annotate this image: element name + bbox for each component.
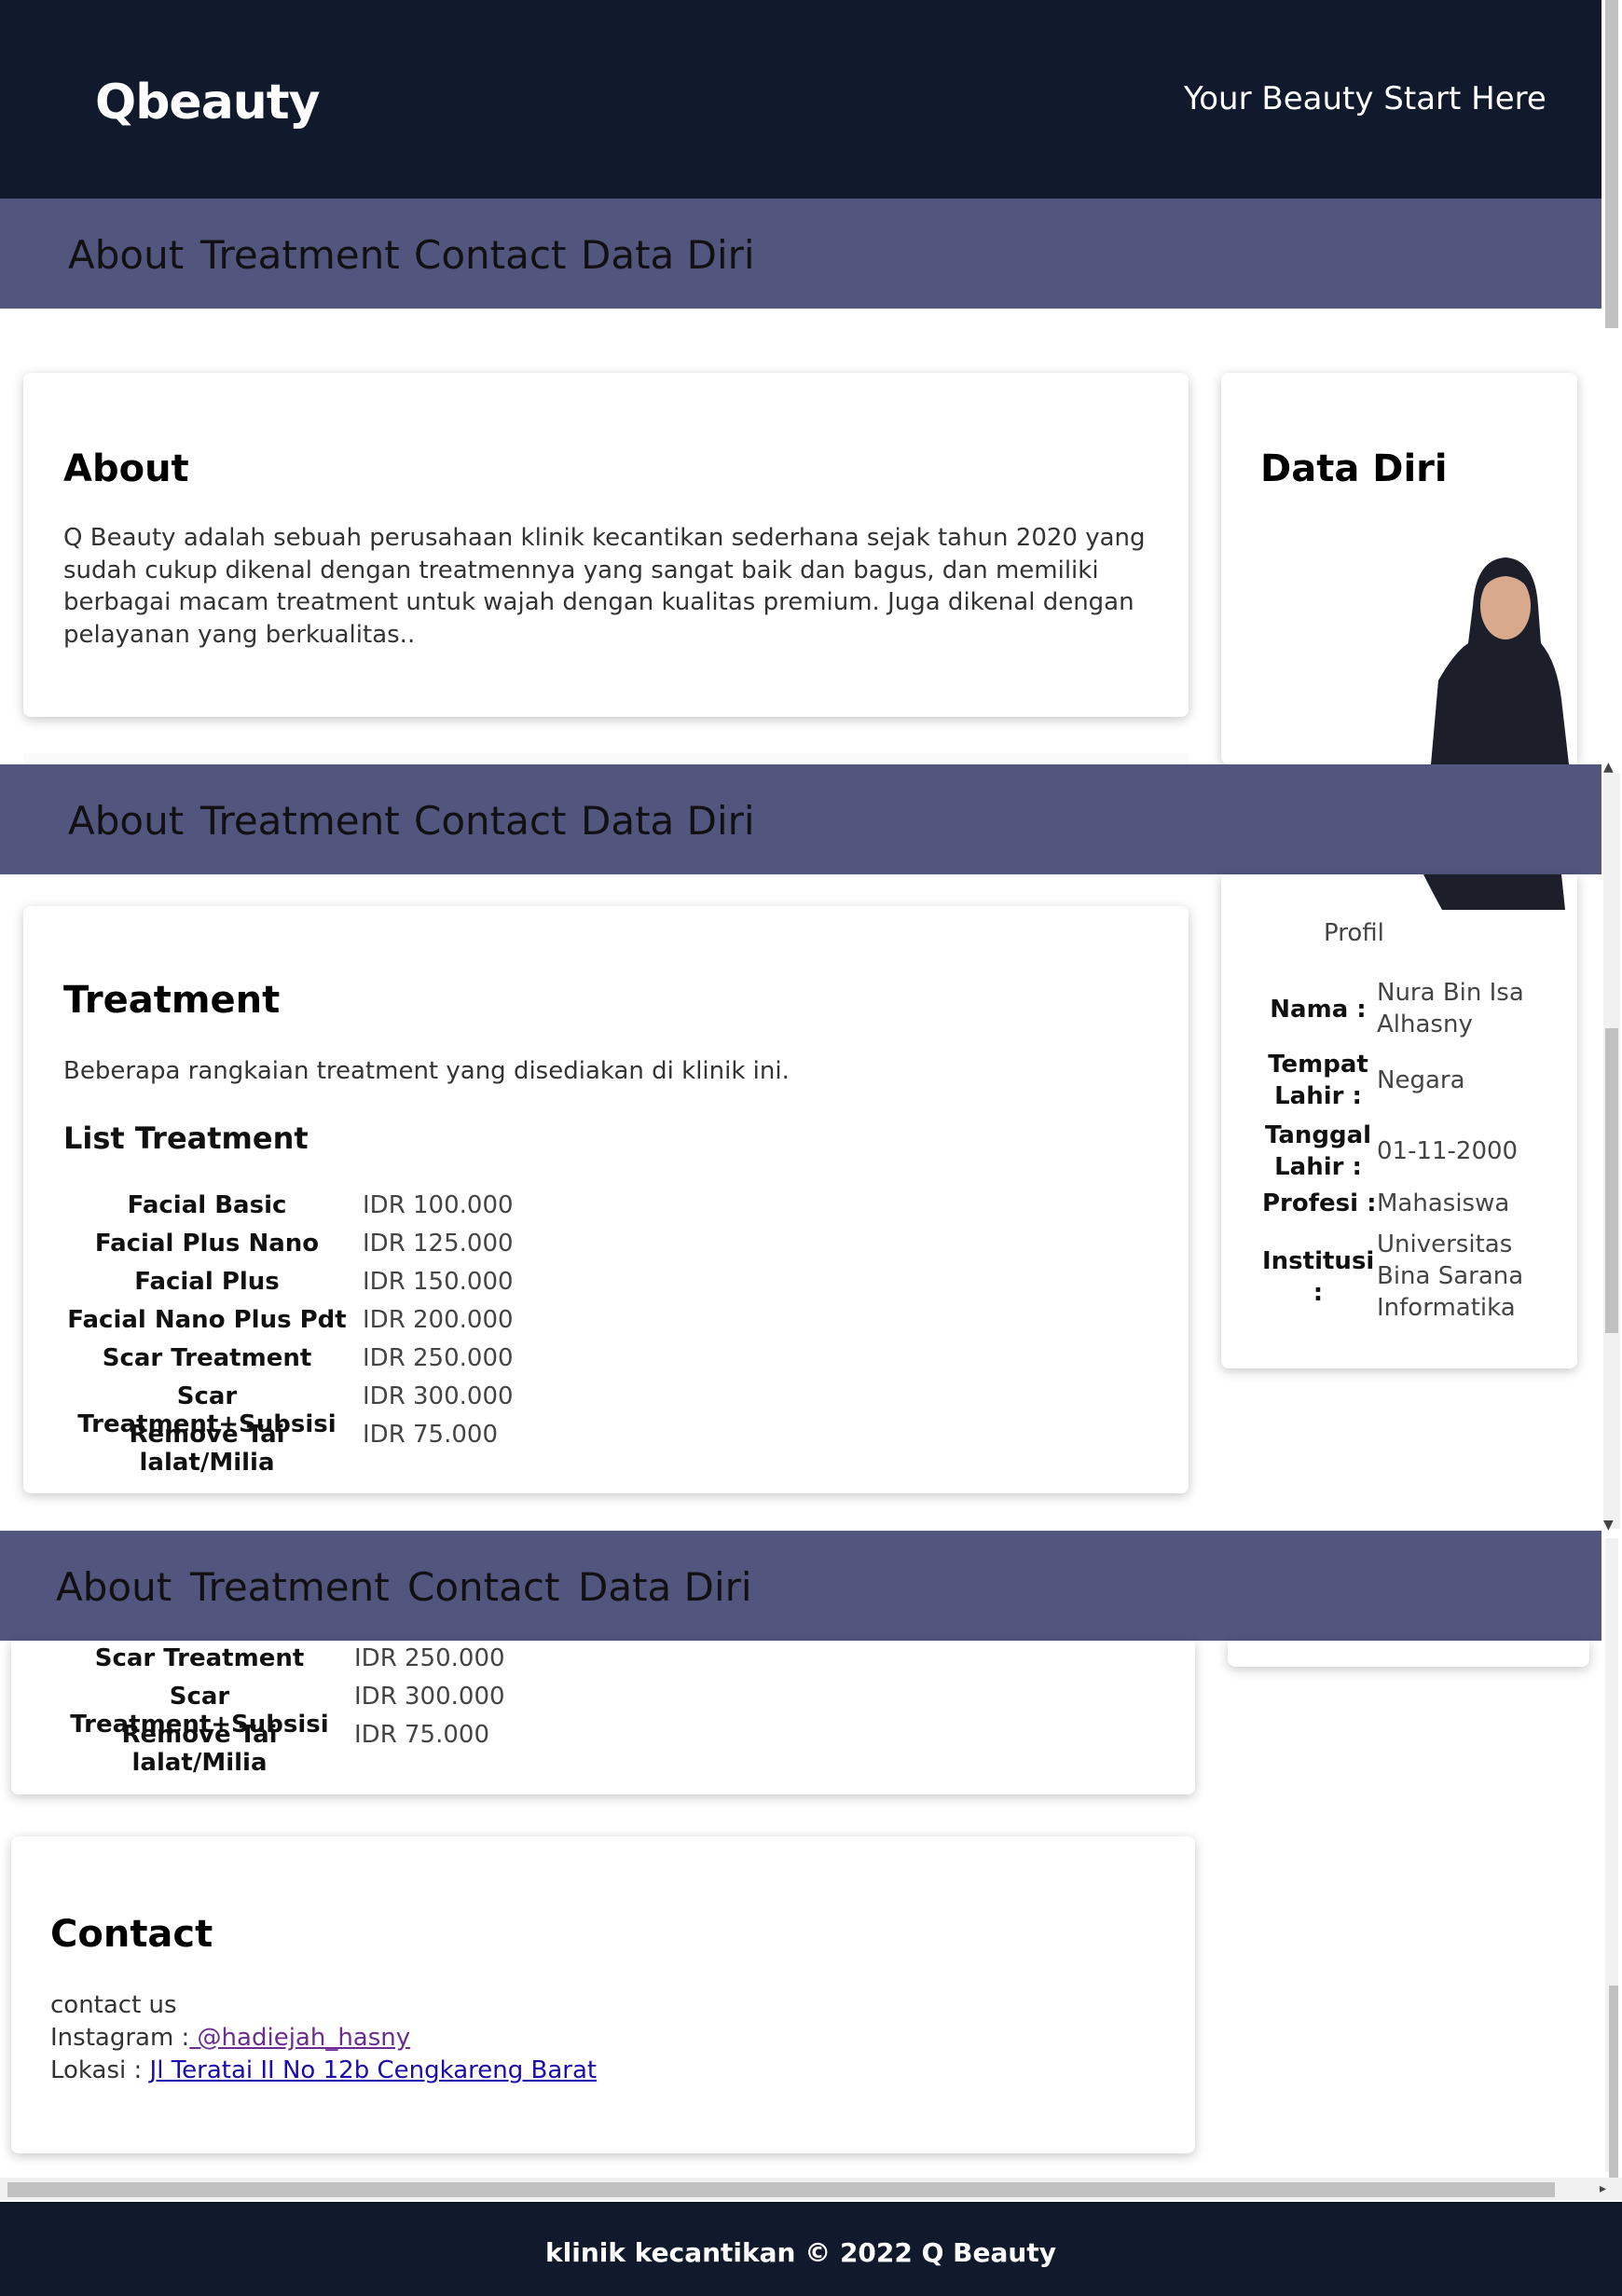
nav-bar: About Treatment Contact Data Diri [0, 199, 1601, 309]
about-card: About Q Beauty adalah sebuah perusahaan … [23, 373, 1189, 717]
treatment-price: IDR 75.000 [354, 1721, 489, 1749]
nav-treatment[interactable]: Treatment [200, 798, 400, 844]
treatment-card: Treatment Beberapa rangkaian treatment y… [23, 906, 1189, 1493]
value-tanggal-lahir: 01-11-2000 [1377, 1137, 1519, 1165]
contact-card: Contact contact us Instagram : @hadiejah… [11, 1836, 1195, 2153]
about-line: sudah cukup dikenal dengan treatmennya y… [63, 556, 1099, 584]
treatment-price: IDR 200.000 [363, 1306, 514, 1334]
value-profesi: Mahasiswa [1377, 1189, 1510, 1217]
instagram-line: Instagram : @hadiejah_hasny [50, 2022, 410, 2055]
treatment-name: Scar Treatment [94, 1644, 305, 1672]
treatment-price: IDR 100.000 [363, 1191, 514, 1219]
site-tagline: Your Beauty Start Here [1184, 80, 1546, 117]
profile-photo-image [1423, 874, 1565, 910]
list-treatment-title: List Treatment [63, 1121, 309, 1156]
profile-photo [1403, 541, 1577, 764]
instagram-link[interactable]: @hadiejah_hasny [189, 2024, 411, 2052]
nav-contact[interactable]: Contact [414, 798, 566, 844]
nav-about[interactable]: About [56, 1564, 172, 1610]
treatment-title: Treatment [63, 979, 281, 1022]
instagram-label: Instagram : [50, 2024, 190, 2052]
contact-intro: contact us [50, 1991, 177, 2019]
treatment-desc: Beberapa rangkaian treatment yang disedi… [63, 1057, 790, 1085]
profile-photo-bottom [1414, 874, 1571, 910]
scroll-down-arrow-icon[interactable]: ▼ [1603, 1518, 1614, 1533]
data-diri-title: Data Diri [1260, 447, 1448, 490]
contact-title: Contact [50, 1913, 213, 1956]
treatment-name: Scar Treatment [102, 1344, 312, 1372]
treatment-price: IDR 150.000 [363, 1268, 514, 1296]
nav-treatment[interactable]: Treatment [200, 232, 400, 278]
site-footer: klinik kecantikan © 2022 Q Beauty [0, 2202, 1622, 2296]
label-tanggal-lahir: Tanggal Lahir : [1264, 1121, 1372, 1181]
treatment-price: IDR 300.000 [354, 1683, 505, 1711]
nav-data-diri[interactable]: Data Diri [581, 232, 755, 278]
data-diri-card: Data Diri [1221, 373, 1577, 764]
nav-data-diri[interactable]: Data Diri [581, 798, 755, 844]
horizontal-scrollbar-thumb[interactable] [7, 2182, 1555, 2197]
data-diri-card-bottom [1228, 1641, 1589, 1667]
nav-contact[interactable]: Contact [407, 1564, 559, 1610]
treatment-price: IDR 125.000 [363, 1230, 514, 1258]
treatment-name: Remove Tai lalat/Milia [121, 1721, 278, 1777]
treatment-name: Facial Plus Nano [94, 1230, 320, 1258]
about-line: berbagai macam treatment untuk wajah den… [63, 588, 1134, 616]
lokasi-label: Lokasi : [50, 2056, 150, 2084]
treatment-name: Remove Tai lalat/Milia [129, 1421, 285, 1477]
about-text: Q Beauty adalah sebuah perusahaan klinik… [63, 522, 1146, 651]
nav-contact[interactable]: Contact [414, 232, 566, 278]
value-tempat-lahir: Negara [1377, 1066, 1465, 1094]
value-institusi: Universitas Bina Sarana Informatika [1377, 1230, 1524, 1322]
treatment-name: Facial Nano Plus Pdt [67, 1306, 347, 1334]
page-scrollbar-lower-thumb[interactable] [1609, 1986, 1618, 2181]
nav-data-diri[interactable]: Data Diri [578, 1564, 752, 1610]
about-line: pelayanan yang berkualitas.. [63, 620, 416, 649]
site-header: Qbeauty Your Beauty Start Here [0, 0, 1601, 199]
treatment-price: IDR 75.000 [363, 1421, 498, 1449]
footer-text: klinik kecantikan © 2022 Q Beauty [545, 2237, 1056, 2268]
treatment-price: IDR 250.000 [354, 1644, 505, 1672]
label-nama: Nama : [1270, 996, 1367, 1024]
lokasi-line: Lokasi : Jl Teratai II No 12b Cengkareng… [50, 2055, 597, 2087]
treatment-price: IDR 300.000 [363, 1382, 514, 1410]
nav-bar-3: About Treatment Contact Data Diri [0, 1531, 1601, 1641]
nav-about[interactable]: About [68, 232, 184, 278]
label-profesi: Profesi : [1262, 1189, 1377, 1217]
scroll-up-arrow-icon[interactable]: ▲ [1603, 760, 1614, 775]
profil-caption: Profil [1324, 919, 1384, 947]
treatment-card-scrolled: Scar Treatment IDR 250.000 Scar Treatmen… [11, 1641, 1195, 1794]
about-title: About [63, 447, 189, 490]
value-nama: Nura Bin Isa Alhasny [1377, 979, 1524, 1038]
treatment-name: Facial Plus [134, 1268, 280, 1296]
about-line: Q Beauty adalah sebuah perusahaan klinik… [63, 524, 1146, 552]
treatment-name: Facial Basic [127, 1191, 287, 1219]
card-edge [23, 753, 1189, 764]
treatment-price: IDR 250.000 [363, 1344, 514, 1372]
nav-bar-2: About Treatment Contact Data Diri [0, 764, 1601, 874]
page-scrollbar-thumb[interactable] [1605, 0, 1618, 328]
data-diri-card-details: Profil Nama : Nura Bin Isa Alhasny Tempa… [1221, 874, 1577, 1368]
nav-about[interactable]: About [68, 798, 184, 844]
site-logo[interactable]: Qbeauty [95, 75, 321, 131]
inner-scrollbar-thumb[interactable] [1605, 1028, 1618, 1333]
label-tempat-lahir: Tempat Lahir : [1268, 1051, 1368, 1110]
lokasi-link[interactable]: Jl Teratai II No 12b Cengkareng Barat [150, 2056, 598, 2084]
label-institusi: Institusi : [1262, 1247, 1375, 1307]
nav-treatment[interactable]: Treatment [190, 1564, 390, 1610]
scroll-right-arrow-icon[interactable]: ▸ [1600, 2181, 1606, 2196]
profile-photo-image [1403, 541, 1577, 764]
